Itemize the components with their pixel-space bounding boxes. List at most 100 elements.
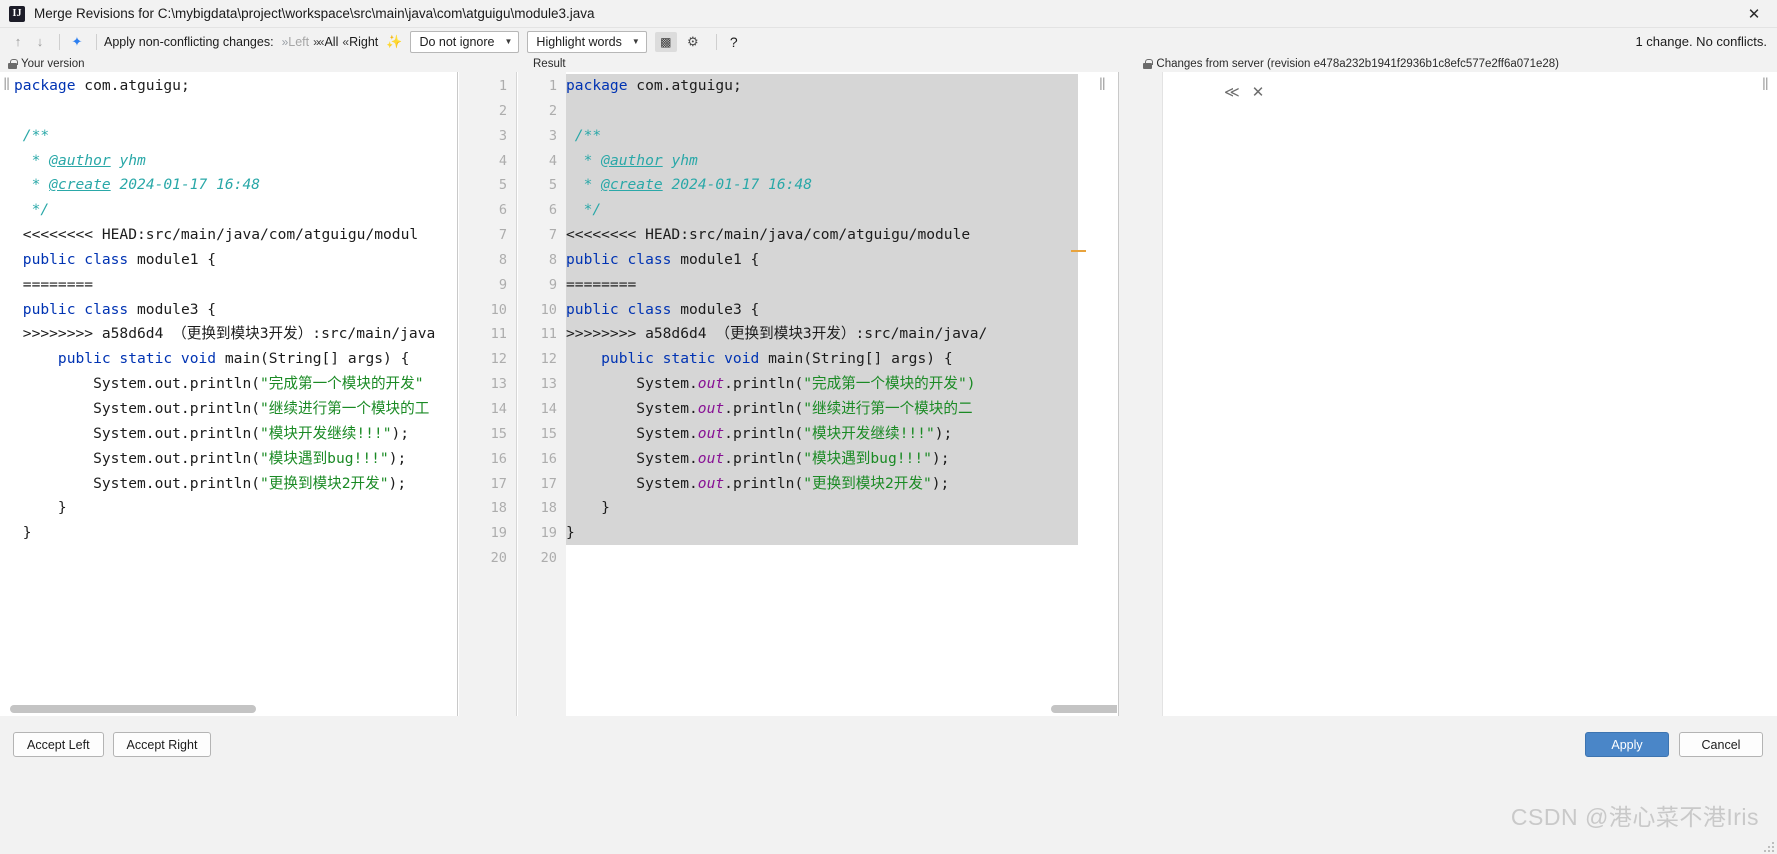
code-line: package com.atguigu;: [566, 74, 1117, 99]
result-gutter-right: 1234567891011121314151617181920: [518, 72, 566, 716]
collapse-left-icon[interactable]: ≪: [1224, 83, 1240, 101]
code-line: /**: [14, 124, 457, 149]
left-editor-pane[interactable]: ‖ package com.atguigu; /** * @author yhm…: [0, 72, 458, 716]
code-token: System.: [566, 400, 698, 417]
code-token: "模块遇到bug!!!": [803, 450, 932, 467]
code-token: "更换到模块2开发": [260, 475, 389, 492]
line-number: 16: [518, 447, 566, 472]
left-scrollbar-thumb[interactable]: [10, 705, 256, 713]
code-line: */: [14, 198, 457, 223]
merge-editors: ‖ package com.atguigu; /** * @author yhm…: [0, 72, 1777, 716]
code-line: <<<<<<<< HEAD:src/main/java/com/atguigu/…: [14, 223, 457, 248]
code-line: * @author yhm: [566, 149, 1117, 174]
line-number: 12: [518, 347, 566, 372]
code-token: }: [566, 499, 610, 516]
code-token: ========: [14, 276, 93, 293]
code-token: out: [698, 400, 724, 417]
line-number: 4: [459, 149, 516, 174]
accept-left-button[interactable]: Accept Left: [13, 732, 104, 757]
code-line: ========: [14, 273, 457, 298]
code-token: "模块开发继续!!!": [260, 425, 392, 442]
line-number: 13: [459, 372, 516, 397]
apply-all-button[interactable]: »« All: [313, 35, 338, 49]
code-token: );: [932, 475, 950, 492]
line-number: 12: [459, 347, 516, 372]
collapse-unchanged-icon[interactable]: ▩: [655, 32, 677, 52]
change-status-label: 1 change. No conflicts.: [1635, 34, 1767, 49]
code-token: module1 {: [680, 251, 759, 268]
right-fold-marker-icon[interactable]: ‖: [1762, 76, 1768, 90]
accept-right-button[interactable]: Accept Right: [113, 732, 212, 757]
chevron-down-icon: ▼: [505, 37, 513, 46]
code-line: System.out.println("模块遇到bug!!!");: [566, 447, 1117, 472]
highlight-policy-select[interactable]: Highlight words ▼: [527, 31, 646, 53]
previous-change-icon[interactable]: ↑: [8, 32, 28, 52]
toolbar-separator-3: [716, 34, 717, 50]
code-token: public static void: [14, 350, 225, 367]
code-line: [566, 99, 1117, 124]
line-number: 16: [459, 447, 516, 472]
apply-left-label: Left: [288, 35, 309, 49]
gear-icon[interactable]: ⚙: [683, 32, 703, 52]
line-number: 11: [518, 322, 566, 347]
apply-all-icon[interactable]: ✦: [67, 32, 87, 52]
dialog-action-buttons: Apply Cancel: [1585, 732, 1763, 757]
code-line: <<<<<<<< HEAD:src/main/java/com/atguigu/…: [566, 223, 1117, 248]
code-token: 2024-01-17 16:48: [111, 176, 260, 193]
code-token: /**: [14, 127, 49, 144]
window-close-button[interactable]: ✕: [1731, 0, 1777, 28]
result-scrollbar-thumb[interactable]: [1051, 705, 1117, 713]
result-fold-marker-icon[interactable]: ‖: [1099, 76, 1105, 90]
help-icon[interactable]: ?: [724, 32, 744, 52]
line-number: 3: [459, 124, 516, 149]
code-token: <<<<<<<< HEAD:src/main/java/com/atguigu/…: [566, 226, 970, 243]
line-number: 7: [459, 223, 516, 248]
code-token: "继续进行第一个模块的工: [260, 400, 429, 417]
result-panel-title: Result: [533, 55, 566, 72]
result-horizontal-scrollbar[interactable]: [1051, 703, 1117, 714]
result-line-numbers-left: 1234567891011121314151617181920: [459, 72, 516, 571]
code-line: }: [566, 521, 1117, 546]
apply-button[interactable]: Apply: [1585, 732, 1669, 757]
code-line: [566, 546, 1117, 571]
modified-line-marker: [1071, 250, 1086, 252]
code-line: public class module3 {: [566, 298, 1117, 323]
line-number: 9: [518, 273, 566, 298]
code-line: public class module3 {: [14, 298, 457, 323]
right-editor-pane[interactable]: ≪ ✕ ‖: [1118, 72, 1777, 716]
ignore-policy-select[interactable]: Do not ignore ▼: [410, 31, 519, 53]
result-editor-pane[interactable]: 1234567891011121314151617181920 12345678…: [459, 72, 1117, 716]
magic-resolve-icon[interactable]: ✨: [386, 34, 402, 50]
code-token: );: [932, 450, 950, 467]
accept-buttons-group: Accept Left Accept Right: [13, 732, 211, 757]
code-token: );: [935, 425, 953, 442]
close-icon[interactable]: ✕: [1252, 83, 1265, 101]
code-line: public class module1 {: [14, 248, 457, 273]
line-number: 18: [459, 496, 516, 521]
code-token: System.out.println(: [14, 475, 260, 492]
line-number: 19: [518, 521, 566, 546]
left-fold-marker-icon[interactable]: ‖: [3, 76, 9, 90]
next-change-icon[interactable]: ↓: [30, 32, 50, 52]
code-token: "完成第一个模块的开发"): [803, 375, 975, 392]
code-token: }: [14, 499, 67, 516]
code-token: }: [566, 524, 575, 541]
line-number: 20: [518, 546, 566, 571]
left-panel-title: Your version: [8, 55, 85, 72]
apply-nonconflicting-label: Apply non-conflicting changes:: [104, 35, 274, 49]
resize-grip[interactable]: [1762, 840, 1774, 852]
left-horizontal-scrollbar[interactable]: [10, 703, 450, 714]
lock-icon: [1143, 59, 1152, 69]
left-panel-title-label: Your version: [21, 58, 85, 70]
code-token: "更换到模块2开发": [803, 475, 932, 492]
apply-left-button[interactable]: » Left: [282, 35, 310, 49]
line-number: 5: [518, 173, 566, 198]
code-line: public class module1 {: [566, 248, 1117, 273]
toolbar-separator-2: [96, 34, 97, 50]
apply-right-button[interactable]: « Right: [342, 35, 378, 49]
code-token: .println(: [724, 400, 803, 417]
code-token: 2024-01-17 16:48: [663, 176, 812, 193]
code-token: *: [14, 152, 49, 169]
cancel-button[interactable]: Cancel: [1679, 732, 1763, 757]
code-token: System.out.println(: [14, 400, 260, 417]
